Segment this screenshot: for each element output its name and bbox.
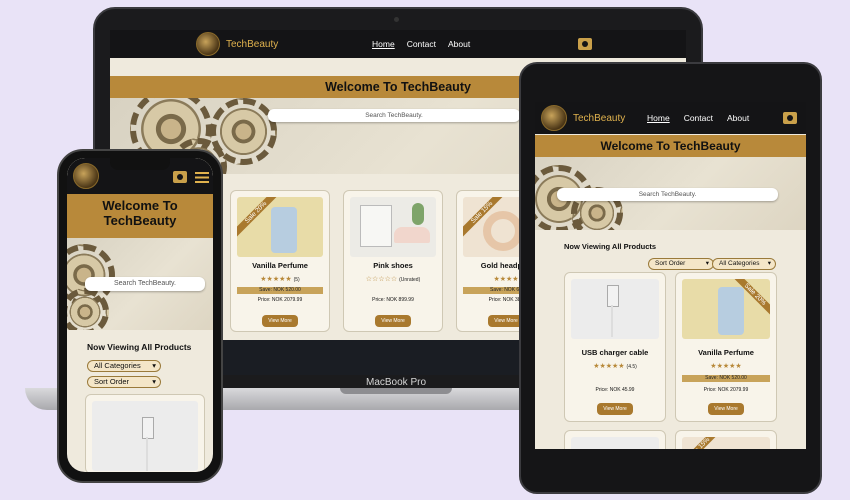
star-icons: ★★★★★ [710, 363, 742, 370]
view-more-button[interactable]: View More [708, 403, 744, 415]
page-title: Welcome To TechBeauty [67, 194, 213, 238]
hamburger-menu-icon[interactable] [195, 172, 209, 183]
watch-logo-icon[interactable] [541, 105, 567, 131]
product-card[interactable]: USB charger cable ★★★★★ (4.5) Price: NOK… [564, 272, 666, 422]
rating-stars: ☆☆☆☆☆ (Unrated) [344, 275, 442, 283]
product-price: Price: NOK 2079.99 [257, 297, 303, 303]
product-card[interactable]: Sale 20% Vanilla Perfume ★★★★★ (5) Save:… [230, 190, 330, 332]
product-name[interactable]: Vanilla Perfume [231, 261, 329, 270]
page-title-line1: Welcome To [102, 198, 178, 213]
search-input[interactable]: Search TechBeauty. [85, 277, 205, 291]
brand-name[interactable]: TechBeauty [573, 113, 625, 124]
sale-ribbon: Sale 15% [682, 437, 727, 449]
viewing-heading: Now Viewing All Products [564, 242, 657, 251]
headphones-image [483, 211, 523, 251]
product-price: Price: NOK 899.99 [372, 297, 414, 303]
view-more-button[interactable]: View More [597, 403, 633, 415]
frame-image [360, 205, 392, 247]
page-title: Welcome To TechBeauty [535, 135, 806, 157]
watch-logo-icon[interactable] [196, 32, 220, 56]
category-select[interactable]: All Categories [87, 360, 161, 372]
plant-image [412, 203, 424, 225]
save-amount: Save: NOK 520.00 [682, 375, 770, 382]
star-icons: ★★★★★ [260, 276, 292, 283]
nav-contact-link[interactable]: Contact [407, 39, 436, 49]
search-input[interactable]: Search TechBeauty. [557, 188, 778, 201]
product-name[interactable]: Vanilla Perfume [676, 348, 776, 357]
view-more-button[interactable]: View More [262, 315, 298, 327]
product-price: Price: NOK 45.99 [595, 387, 635, 393]
product-price: Price: NOK 2079.99 [703, 387, 749, 393]
rating-stars: ★★★★★ (4.5) [565, 362, 665, 370]
brand-name[interactable]: TechBeauty [226, 39, 278, 50]
search-input[interactable]: Search TechBeauty. [268, 109, 520, 122]
phone-notch [110, 158, 170, 170]
rating-stars: ★★★★★ (5) [231, 275, 329, 283]
nav-home-link[interactable]: Home [647, 113, 670, 123]
nav-home-link[interactable]: Home [372, 39, 395, 49]
product-card[interactable]: Pink shoes ☆☆☆☆☆ (Unrated) Price: NOK 89… [343, 190, 443, 332]
nav-contact-link[interactable]: Contact [684, 113, 713, 123]
product-card[interactable]: Sale 20% Vanilla Perfume ★★★★★ Save: NOK… [675, 272, 777, 422]
cart-icon[interactable] [783, 112, 797, 124]
usb-cable-image [607, 285, 619, 307]
sort-order-select[interactable]: Sort Order [648, 258, 714, 270]
product-card[interactable]: Sale 15% [675, 430, 777, 449]
laptop-model-label: MacBook Pro [365, 377, 427, 388]
rating-count: (4.5) [626, 364, 637, 370]
product-image[interactable] [571, 279, 659, 339]
perfume-bottle-image [718, 287, 744, 335]
laptop-navbar: TechBeauty Home Contact About [110, 30, 686, 58]
product-image[interactable] [92, 401, 198, 471]
nav-about-link[interactable]: About [727, 113, 749, 123]
star-icons: ★★★★★ [593, 363, 625, 370]
product-card[interactable] [564, 430, 666, 449]
watch-logo-icon[interactable] [73, 163, 99, 189]
rating-count: (Unrated) [399, 277, 421, 283]
phone-screen: Welcome To TechBeauty Search TechBeauty.… [67, 158, 213, 472]
product-image[interactable]: Sale 20% [682, 279, 770, 339]
usb-cable-image [142, 417, 154, 439]
cable-wire [611, 305, 613, 337]
viewing-heading: Now Viewing All Products [87, 342, 192, 352]
save-amount: Save: NOK 520.00 [237, 287, 323, 294]
rating-count: (5) [293, 277, 300, 283]
product-image[interactable] [350, 197, 436, 257]
product-image[interactable]: Sale 20% [237, 197, 323, 257]
cable-wire [146, 437, 148, 471]
star-icons: ★★★★ [493, 276, 519, 283]
star-icons: ☆☆☆☆☆ [365, 276, 398, 283]
laptop-camera [394, 17, 399, 22]
hero-banner: Search TechBeauty. [67, 238, 213, 330]
tablet-screen: TechBeauty Home Contact About Welcome To… [535, 102, 806, 449]
category-select[interactable]: All Categories [712, 258, 776, 270]
sort-order-select[interactable]: Sort Order [87, 376, 161, 388]
product-card[interactable] [85, 394, 205, 472]
product-image[interactable] [571, 437, 659, 449]
view-more-button[interactable]: View More [375, 315, 411, 327]
page-title-line2: TechBeauty [103, 213, 177, 228]
tablet-navbar: TechBeauty Home Contact About [535, 102, 806, 134]
nav-about-link[interactable]: About [448, 39, 470, 49]
product-name[interactable]: Pink shoes [344, 261, 442, 270]
shoe-image [394, 227, 430, 243]
perfume-bottle-image [271, 207, 297, 253]
rating-stars: ★★★★★ [676, 362, 776, 370]
cart-icon[interactable] [173, 171, 187, 183]
laptop-notch [340, 388, 452, 394]
hero-banner: Search TechBeauty. [535, 157, 806, 230]
product-name[interactable]: USB charger cable [565, 348, 665, 357]
cart-icon[interactable] [578, 38, 592, 50]
product-image[interactable]: Sale 15% [682, 437, 770, 449]
